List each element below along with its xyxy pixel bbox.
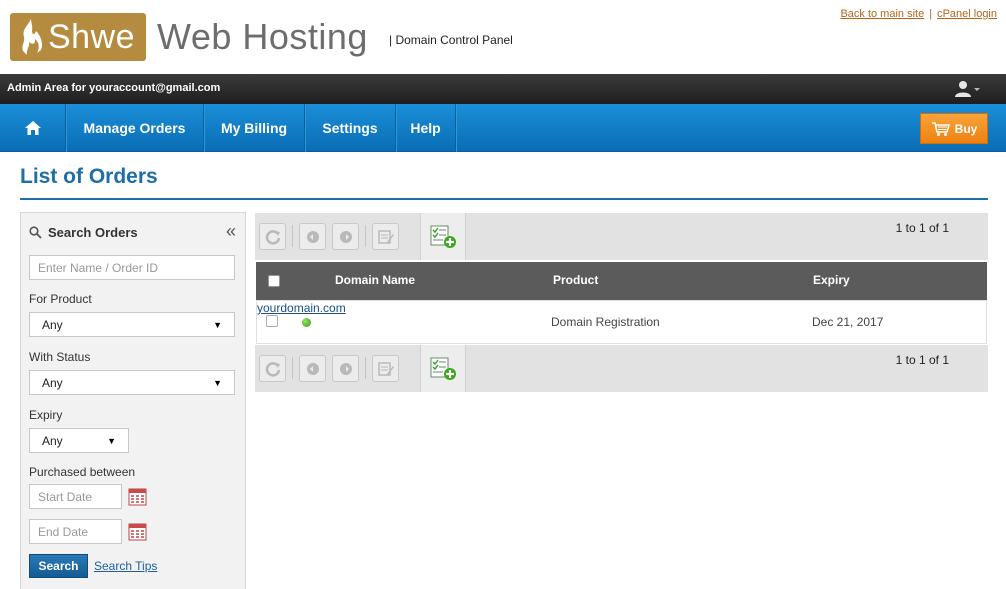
nav-help[interactable]: Help xyxy=(396,104,456,152)
add-order-icon[interactable] xyxy=(420,213,466,260)
suspend-icon[interactable] xyxy=(299,355,326,382)
pager-bottom: 1 to 1 of 1 xyxy=(895,353,949,367)
order-search-input[interactable]: Enter Name / Order ID xyxy=(29,255,235,280)
column-product[interactable]: Product xyxy=(553,273,598,287)
search-icon xyxy=(29,226,42,239)
active-status-icon xyxy=(302,318,311,327)
top-links: Back to main site | cPanel login xyxy=(840,8,997,20)
orders-toolbar-bottom: 1 to 1 of 1 xyxy=(255,345,988,392)
collapse-panel-icon[interactable]: « xyxy=(226,221,236,242)
search-heading-label: Search Orders xyxy=(48,225,138,240)
cpanel-login-link[interactable]: cPanel login xyxy=(937,8,997,20)
search-heading: Search Orders xyxy=(29,225,138,240)
cart-icon xyxy=(931,121,950,136)
calendar-icon[interactable] xyxy=(128,487,147,506)
product-filter-label: For Product xyxy=(29,292,92,306)
expiry-filter-value: Any xyxy=(42,433,63,448)
admin-area-text: Admin Area for youraccount@gmail.com xyxy=(7,82,221,94)
flame-logo-icon xyxy=(16,13,46,61)
nav-settings[interactable]: Settings xyxy=(305,104,396,152)
product-cell: Domain Registration xyxy=(551,315,660,329)
product-filter-select[interactable]: Any ▼ xyxy=(29,312,235,337)
buy-label: Buy xyxy=(954,121,978,136)
product-filter-value: Any xyxy=(42,317,63,332)
status-filter-value: Any xyxy=(42,375,63,390)
toolbar-divider xyxy=(292,225,293,247)
edit-notes-icon[interactable] xyxy=(372,355,399,382)
expiry-filter-label: Expiry xyxy=(29,408,63,422)
expiry-filter-select[interactable]: Any ▼ xyxy=(29,428,129,453)
select-all-checkbox[interactable] xyxy=(268,275,280,287)
nav-manage-orders[interactable]: Manage Orders xyxy=(66,104,204,152)
page-title: List of Orders xyxy=(20,165,158,188)
chevron-down-icon: ▼ xyxy=(213,319,222,330)
purchased-between-label: Purchased between xyxy=(29,465,136,479)
brand-name: Shwe xyxy=(48,17,136,56)
edit-notes-icon[interactable] xyxy=(372,223,399,250)
nav-my-billing[interactable]: My Billing xyxy=(204,104,305,152)
table-row: yourdomain.com Domain Registration Dec 2… xyxy=(256,300,987,344)
toolbar-divider xyxy=(292,357,293,379)
expiry-cell: Dec 21, 2017 xyxy=(812,315,884,329)
admin-bar: Admin Area for youraccount@gmail.com xyxy=(0,74,1006,104)
toolbar-divider xyxy=(365,225,366,247)
add-order-icon[interactable] xyxy=(420,345,466,392)
end-date-input[interactable]: End Date xyxy=(29,519,122,544)
chevron-down-icon: ▼ xyxy=(213,377,222,388)
search-panel: Search Orders « Enter Name / Order ID Fo… xyxy=(20,212,246,589)
search-button[interactable]: Search xyxy=(29,554,88,578)
panel-subtitle: | Domain Control Panel xyxy=(389,33,513,47)
refresh-icon[interactable] xyxy=(259,355,286,382)
brand-logo[interactable]: Shwe xyxy=(10,13,146,61)
main-nav: Manage Orders My Billing Settings Help B… xyxy=(0,104,1006,152)
orders-table-header: Domain Name Product Expiry xyxy=(256,262,987,300)
header: Shwe Web Hosting | Domain Control Panel … xyxy=(0,0,1006,74)
nav-home[interactable] xyxy=(0,104,66,152)
buy-button[interactable]: Buy xyxy=(920,113,988,144)
unsuspend-icon[interactable] xyxy=(332,223,359,250)
pager-top: 1 to 1 of 1 xyxy=(895,221,949,235)
orders-toolbar-top: 1 to 1 of 1 xyxy=(255,213,988,260)
calendar-icon[interactable] xyxy=(128,522,147,541)
row-checkbox[interactable] xyxy=(266,315,278,327)
brand-tagline: Web Hosting xyxy=(157,16,368,57)
chevron-down-icon: ▼ xyxy=(107,435,116,446)
domain-name-link[interactable]: yourdomain.com xyxy=(257,301,346,315)
refresh-icon[interactable] xyxy=(259,223,286,250)
column-expiry[interactable]: Expiry xyxy=(813,273,850,287)
home-icon xyxy=(24,121,41,135)
title-divider xyxy=(20,198,988,200)
start-date-input[interactable]: Start Date xyxy=(29,484,122,509)
user-menu-icon[interactable] xyxy=(954,80,980,98)
status-filter-label: With Status xyxy=(29,350,91,364)
status-filter-select[interactable]: Any ▼ xyxy=(29,370,235,395)
toolbar-divider xyxy=(365,357,366,379)
unsuspend-icon[interactable] xyxy=(332,355,359,382)
column-domain-name[interactable]: Domain Name xyxy=(335,273,415,287)
link-separator: | xyxy=(929,8,933,20)
back-to-main-link[interactable]: Back to main site xyxy=(840,8,924,20)
search-tips-link[interactable]: Search Tips xyxy=(94,559,157,573)
suspend-icon[interactable] xyxy=(299,223,326,250)
